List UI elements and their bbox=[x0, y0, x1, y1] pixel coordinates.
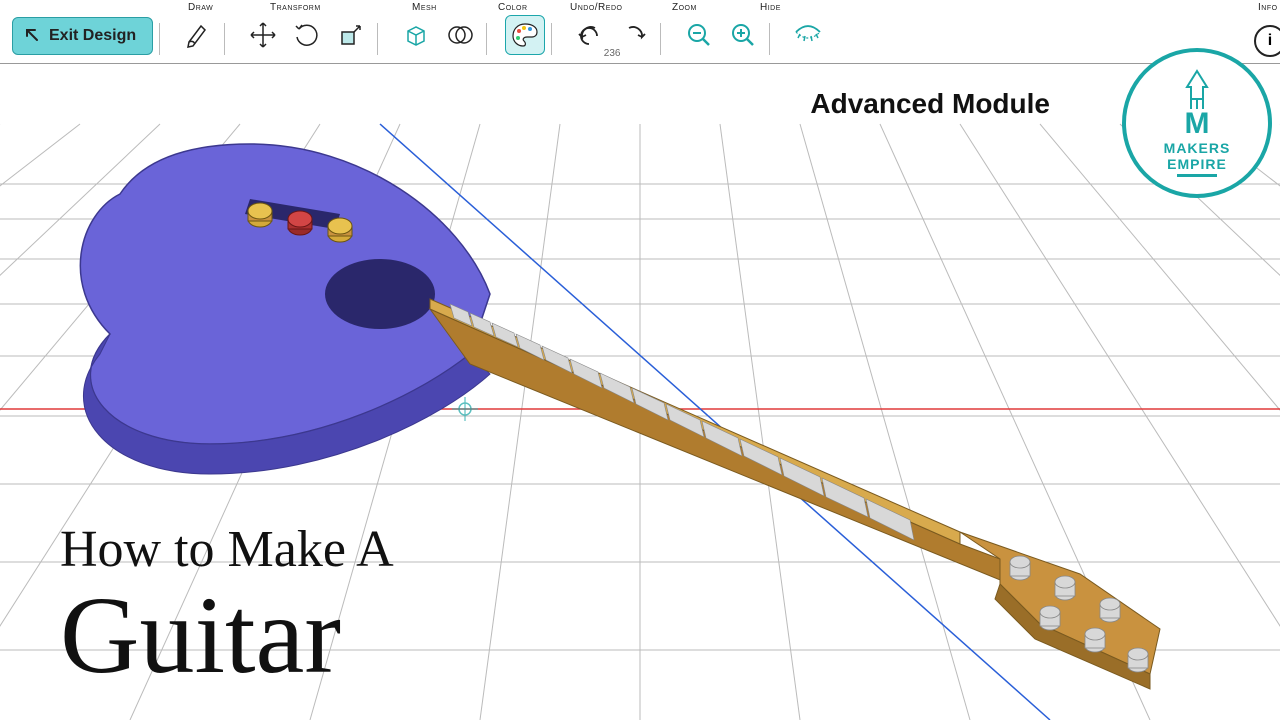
group-zoom bbox=[679, 15, 763, 57]
title-overlay: How to Make A Guitar bbox=[60, 524, 394, 690]
exit-arrow-icon bbox=[23, 26, 43, 46]
mesh-boolean-tool[interactable] bbox=[440, 15, 480, 55]
group-transform bbox=[243, 15, 371, 57]
label-draw: Draw bbox=[188, 2, 213, 13]
label-info: Info bbox=[1258, 2, 1278, 13]
exit-label: Exit Design bbox=[49, 27, 136, 45]
label-mesh: Mesh bbox=[412, 2, 437, 13]
redo-icon bbox=[621, 22, 647, 48]
label-transform: Transform bbox=[270, 2, 321, 13]
logo-underline bbox=[1177, 174, 1217, 177]
separator bbox=[769, 23, 770, 55]
separator bbox=[224, 23, 225, 55]
group-hide bbox=[788, 15, 828, 57]
title-line1: How to Make A bbox=[60, 524, 394, 576]
rotate-tool[interactable] bbox=[287, 15, 327, 55]
group-draw bbox=[178, 15, 218, 57]
title-line2: Guitar bbox=[60, 580, 394, 690]
separator bbox=[660, 23, 661, 55]
label-hide: Hide bbox=[760, 2, 781, 13]
group-color bbox=[505, 15, 545, 57]
zoom-out-icon bbox=[685, 21, 713, 49]
logo-line2: EMPIRE bbox=[1167, 157, 1227, 172]
zoom-in-button[interactable] bbox=[723, 15, 763, 55]
zoom-out-button[interactable] bbox=[679, 15, 719, 55]
toolbar: Draw Transform Mesh Color Undo/Redo Zoom… bbox=[0, 0, 1280, 64]
boolean-icon bbox=[446, 21, 474, 49]
axis-z bbox=[380, 124, 1050, 720]
gizmo bbox=[452, 397, 478, 421]
guitar-body bbox=[80, 144, 490, 474]
zoom-in-icon bbox=[729, 21, 757, 49]
exit-design-button[interactable]: Exit Design bbox=[12, 17, 153, 55]
info-button[interactable]: i bbox=[1254, 25, 1280, 57]
separator bbox=[159, 23, 160, 55]
logo-line1: MAKERS bbox=[1164, 141, 1231, 156]
move-tool[interactable] bbox=[243, 15, 283, 55]
scale-icon bbox=[337, 21, 365, 49]
separator bbox=[377, 23, 378, 55]
info-icon: i bbox=[1268, 32, 1272, 50]
palette-icon bbox=[510, 20, 540, 50]
pencil-icon bbox=[183, 20, 213, 50]
separator bbox=[486, 23, 487, 55]
undo-icon bbox=[577, 22, 603, 48]
label-zoom: Zoom bbox=[672, 2, 697, 13]
label-undoredo: Undo/Redo bbox=[570, 2, 622, 13]
module-label: Advanced Module bbox=[810, 88, 1050, 120]
logo-m: M bbox=[1185, 107, 1210, 141]
makers-empire-logo: M MAKERS EMPIRE bbox=[1122, 48, 1272, 198]
hide-button[interactable] bbox=[788, 15, 828, 55]
scale-tool[interactable] bbox=[331, 15, 371, 55]
redo-button[interactable] bbox=[614, 15, 654, 55]
group-undoredo: 236 bbox=[570, 15, 654, 57]
pencil-tool[interactable] bbox=[178, 15, 218, 55]
move-icon bbox=[249, 21, 277, 49]
separator bbox=[551, 23, 552, 55]
cube-icon bbox=[402, 21, 430, 49]
group-mesh bbox=[396, 15, 480, 57]
mesh-cube-tool[interactable] bbox=[396, 15, 436, 55]
rotate-icon bbox=[293, 21, 321, 49]
palette-tool[interactable] bbox=[505, 15, 545, 55]
eye-icon bbox=[793, 22, 823, 48]
label-color: Color bbox=[498, 2, 528, 13]
toolbar-labels: Draw Transform Mesh Color Undo/Redo Zoom… bbox=[0, 0, 1280, 14]
